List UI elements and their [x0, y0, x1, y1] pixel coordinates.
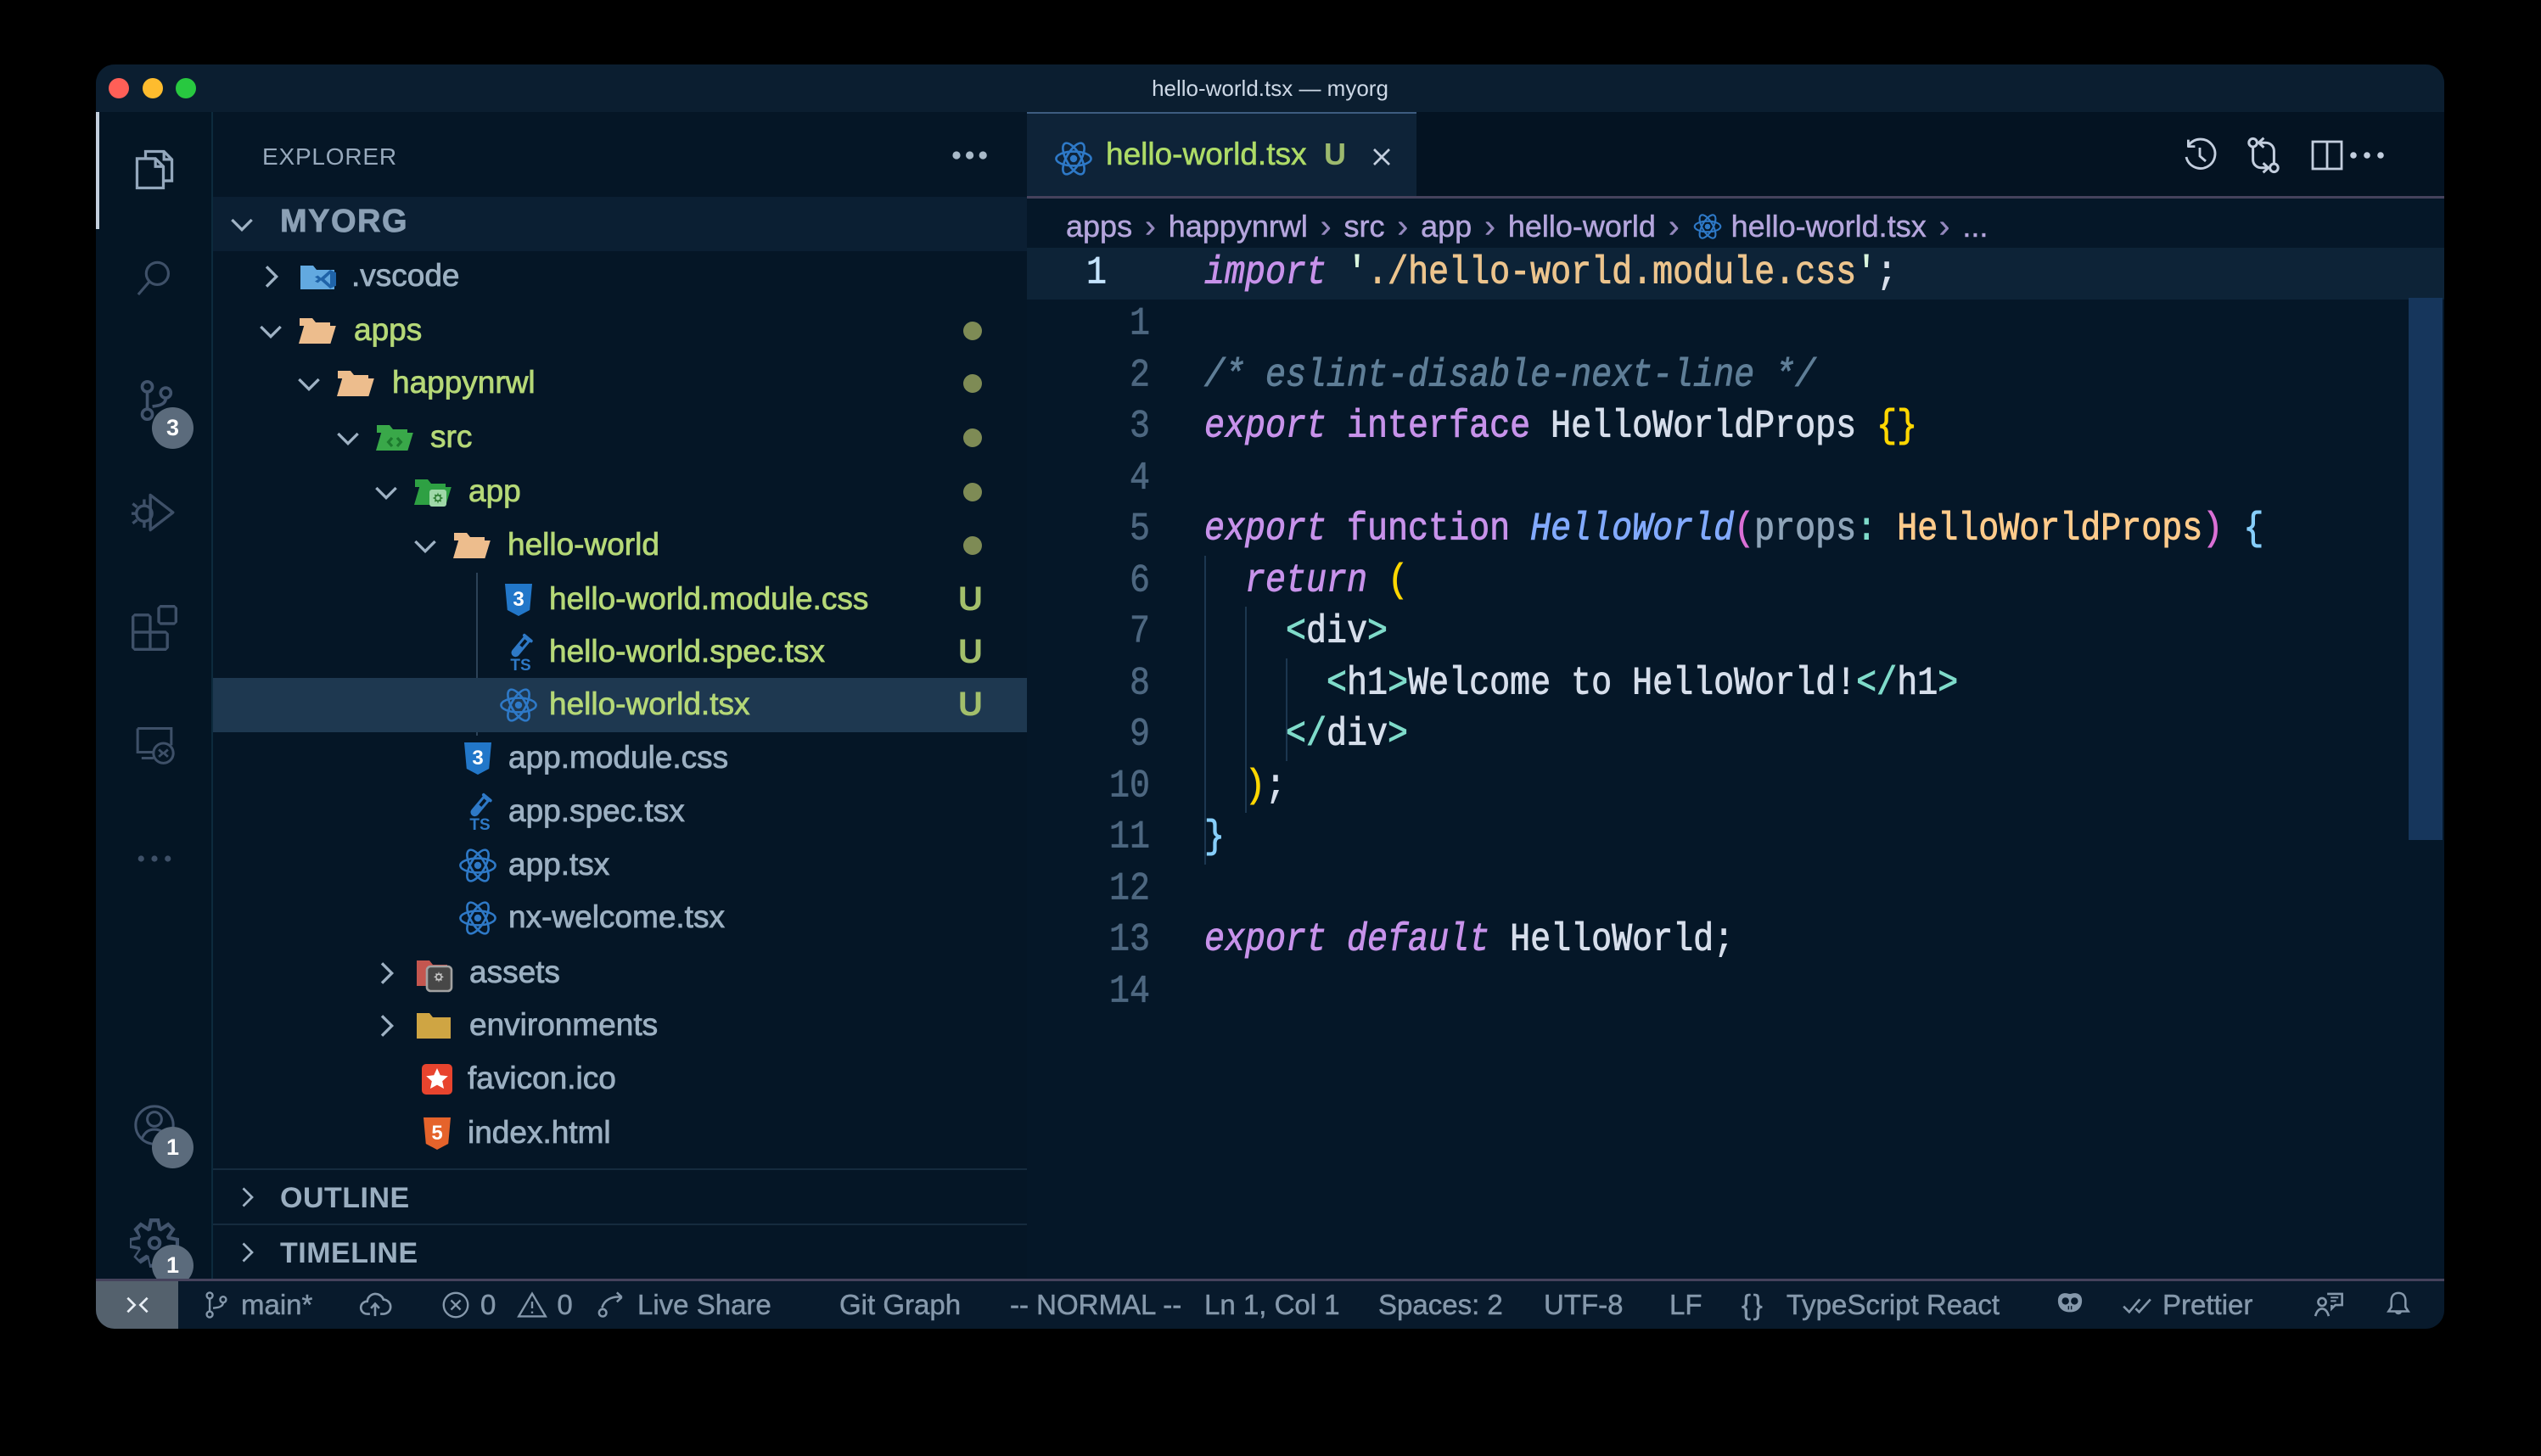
svg-text:3: 3 — [472, 747, 483, 770]
svg-text:5: 5 — [431, 1122, 442, 1145]
svg-text:3: 3 — [513, 588, 524, 611]
svg-text:TS: TS — [469, 816, 490, 832]
svg-text:TS: TS — [510, 657, 530, 673]
